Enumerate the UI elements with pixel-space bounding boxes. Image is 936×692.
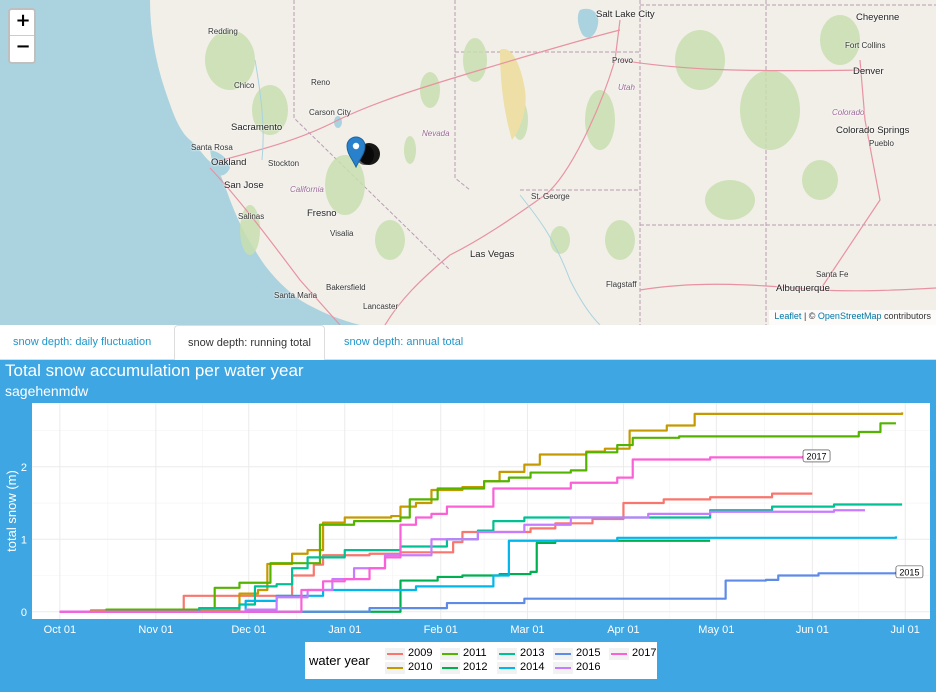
chart-subtitle: sagehenmdw [5,383,89,399]
x-tick-label: Feb 01 [424,624,458,636]
map-panel[interactable]: + − Salt Lake City Cheyenne Redding Provo Fo… [0,0,936,325]
map-city-label: St. George [531,192,570,201]
map-city-label: Pueblo [869,139,894,148]
zoom-in-button[interactable]: + [10,10,34,36]
legend-label: 2014 [520,661,545,673]
legend-swatch-line [555,653,571,655]
legend-title: water year [309,653,370,668]
map-city-label: Chico [234,81,255,90]
legend-swatch-line [555,667,571,669]
legend-swatch [553,648,573,660]
map-city-label: Bakersfield [326,283,366,292]
map-city-label: Cheyenne [856,12,900,23]
attribution-suffix: contributors [881,311,931,321]
attribution-separator: | © [801,311,818,321]
tab-bar: snow depth: daily fluctuation snow depth… [0,325,936,361]
annotation-label: 2017 [802,449,831,463]
legend-swatch-line [611,653,627,655]
map-city-label: Denver [853,66,884,77]
map-city-label: Redding [208,27,238,36]
map-city-label: Santa Rosa [191,143,233,152]
legend-swatch-line [387,653,403,655]
map-city-label: Provo [612,56,633,65]
x-tick-label: Jul 01 [891,624,920,636]
map-city-label: Oakland [211,157,247,168]
map-city-label: San Jose [224,180,264,191]
legend-swatch [440,648,460,660]
map-pin-icon[interactable] [345,133,385,171]
zoom-out-button[interactable]: − [10,36,34,62]
map-city-label: Nevada [422,129,450,138]
map-city-label: Flagstaff [606,280,637,289]
y-tick-label: 1 [21,534,27,546]
legend-swatch [385,648,405,660]
legend-label: 2011 [463,647,487,659]
chart-legend: water year 2009 2010 2011 2012 2013 2014 2015 2… [305,642,657,679]
x-tick-label: Mar 01 [510,624,544,636]
x-tick-label: Jun 01 [796,624,829,636]
annotation-text: 2017 [807,451,827,461]
legend-swatch [609,648,629,660]
y-axis-label: total snow (m) [4,470,19,552]
legend-label: 2010 [408,661,433,673]
chart-title: Total snow accumulation per water year [5,361,304,380]
x-tick-label: Oct 01 [44,624,76,636]
chart-panel: Oct 01 Nov 01 Dec 01 Jan 01 Feb 01 Mar 01 Apr … [0,360,936,692]
tab-running-total[interactable]: snow depth: running total [174,325,325,361]
legend-label: 2017 [632,647,657,659]
legend-swatch-line [499,653,515,655]
map-city-label: Utah [618,83,635,92]
osm-link[interactable]: OpenStreetMap [818,311,882,321]
map-city-label: Salt Lake City [596,9,655,20]
legend-swatch-line [499,667,515,669]
map-city-label: Fort Collins [845,41,886,50]
map-city-label: Sacramento [231,122,283,133]
legend-swatch [440,662,460,674]
legend-label: 2012 [463,661,488,673]
basemap[interactable] [0,0,936,325]
legend-swatch [497,648,517,660]
legend-label: 2009 [408,647,433,659]
annotation-label: 2015 [895,565,924,579]
map-city-label: Santa Maria [274,291,318,300]
x-tick-label: Jan 01 [328,624,361,636]
map-city-label: Las Vegas [470,249,515,260]
legend-swatch [497,662,517,674]
tab-annual-total[interactable]: snow depth: annual total [331,325,476,360]
map-city-label: Colorado [832,108,865,117]
annotation-text: 2015 [899,567,919,577]
x-tick-label: May 01 [698,624,734,636]
map-city-label: Albuquerque [776,283,830,294]
map-city-label: Visalia [330,229,354,238]
legend-swatch [553,662,573,674]
map-city-label: California [290,185,324,194]
tab-daily-fluctuation[interactable]: snow depth: daily fluctuation [0,325,164,360]
map-city-label: Stockton [268,159,300,168]
legend-swatch-line [442,653,458,655]
x-tick-label: Dec 01 [231,624,266,636]
leaflet-link[interactable]: Leaflet [774,311,801,321]
y-tick-label: 0 [21,607,27,619]
map-city-label: Colorado Springs [836,125,910,136]
map-city-label: Reno [311,78,331,87]
legend-label: 2015 [576,647,601,659]
map-city-label: Salinas [238,212,265,221]
legend-label: 2016 [576,661,601,673]
map-city-label: Santa Fe [816,270,849,279]
zoom-control: + − [8,8,36,64]
y-tick-label: 2 [21,462,27,474]
legend-swatch [385,662,405,674]
map-city-label: Fresno [307,208,337,219]
x-tick-label: Nov 01 [138,624,173,636]
map-city-label: Carson City [309,108,351,117]
map-city-label: Lancaster [363,302,399,311]
legend-swatch-line [442,667,458,669]
map-attribution: Leaflet | © OpenStreetMap contributors [769,310,936,325]
legend-swatch-line [387,667,403,669]
legend-label: 2013 [520,647,545,659]
x-tick-label: Apr 01 [607,624,639,636]
